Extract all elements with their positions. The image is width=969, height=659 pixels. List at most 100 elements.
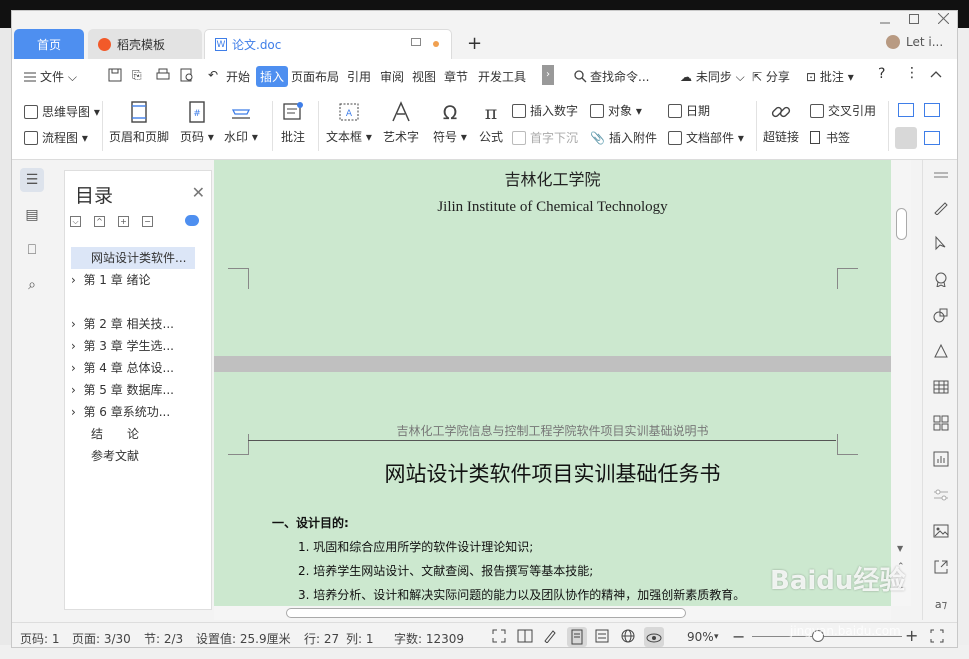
outline-view-icon[interactable] <box>595 629 611 645</box>
expand-all-icon[interactable]: ⌵ <box>70 216 81 227</box>
status-setting[interactable]: 设置值: 25.9厘米 <box>196 630 291 647</box>
print-icon[interactable] <box>156 68 170 85</box>
crossref-button[interactable]: 交叉引用 <box>810 102 876 119</box>
read-mode-icon[interactable] <box>517 629 533 645</box>
adjust-icon[interactable] <box>932 486 950 504</box>
find-replace-icon[interactable]: ⌕ <box>20 273 44 297</box>
preview-icon[interactable] <box>180 68 194 85</box>
menu-view[interactable]: 视图 <box>412 68 436 85</box>
watermark-button[interactable]: 水印 ▾ <box>224 101 258 145</box>
scroll-down-icon[interactable]: ▼ <box>897 544 903 553</box>
horizontal-scroll-thumb[interactable] <box>286 608 686 618</box>
flowchart-button[interactable]: 流程图 ▾ <box>24 129 88 146</box>
hyperlink-button[interactable]: 超链接 <box>763 101 799 145</box>
toc-item[interactable]: › 第 5 章 数据库... <box>71 379 195 401</box>
horizontal-scrollbar[interactable] <box>214 606 891 620</box>
toc-item[interactable]: › 第 4 章 总体设... <box>71 357 195 379</box>
zoom-in-icon[interactable]: + <box>905 626 918 645</box>
menu-review[interactable]: 审阅 <box>380 68 404 85</box>
zoom-level[interactable]: 90% <box>687 630 714 644</box>
add-heading-icon[interactable]: + <box>118 216 129 227</box>
status-page-num[interactable]: 页码: 1 <box>20 630 60 647</box>
bookmark-button[interactable]: 书签 <box>810 129 850 146</box>
chart-icon[interactable] <box>932 450 950 468</box>
status-col[interactable]: 列: 1 <box>346 630 374 647</box>
user-account[interactable]: Let i... <box>886 35 943 49</box>
doc-parts-button[interactable]: 文档部件 ▾ <box>668 129 744 146</box>
style-icon[interactable] <box>932 342 950 360</box>
remove-heading-icon[interactable]: − <box>142 216 153 227</box>
chevron-right-icon[interactable]: › <box>71 317 76 331</box>
comment-menu[interactable]: ⊡ 批注 ▾ <box>806 68 854 85</box>
toc-item[interactable]: 结 论 <box>71 423 195 445</box>
chevron-right-icon[interactable]: › <box>71 339 76 353</box>
file-menu[interactable]: 文件 ⌵ <box>24 68 77 85</box>
chevron-right-icon[interactable]: › <box>71 273 76 287</box>
command-search[interactable]: 查找命令... <box>574 68 649 85</box>
status-section[interactable]: 节: 2/3 <box>144 630 183 647</box>
tab-document[interactable]: W 论文.doc <box>204 29 452 59</box>
status-words[interactable]: 字数: 12309 <box>394 630 464 647</box>
fit-page-icon[interactable] <box>930 629 946 645</box>
toc-item[interactable]: › 第 1 章 绪论 <box>71 269 195 291</box>
tools-icon[interactable]: a⁊ <box>932 594 950 612</box>
status-row[interactable]: 行: 27 <box>304 630 339 647</box>
more-icon[interactable]: ⋮ <box>905 65 919 81</box>
view-toggle-2[interactable] <box>924 103 940 117</box>
vertical-scroll-thumb[interactable] <box>896 208 907 240</box>
menu-devtools[interactable]: 开发工具 <box>478 68 526 85</box>
date-button[interactable]: 日期 <box>668 102 710 119</box>
header-footer-button[interactable]: 页眉和页脚 <box>109 101 169 145</box>
wordart-button[interactable]: 艺术字 <box>383 101 419 145</box>
menu-chapter[interactable]: 章节 <box>444 68 468 85</box>
toc-item[interactable]: › 第 2 章 相关技... <box>71 313 195 335</box>
export-icon[interactable]: ⎘ <box>132 68 142 83</box>
eye-protect-icon[interactable] <box>644 627 664 647</box>
minimize-button[interactable] <box>880 15 890 29</box>
menu-start[interactable]: 开始 <box>226 68 250 85</box>
cursor-icon[interactable] <box>932 234 950 252</box>
zoom-dropdown-icon[interactable]: ▾ <box>714 632 719 642</box>
insert-number-button[interactable]: 插入数字 <box>512 102 578 119</box>
monitor-icon[interactable] <box>411 38 421 46</box>
save-icon[interactable] <box>108 68 122 85</box>
menu-layout[interactable]: 页面布局 <box>291 68 339 85</box>
close-icon[interactable]: ✕ <box>192 183 205 202</box>
table-icon[interactable] <box>932 378 950 396</box>
rail-collapse-icon[interactable] <box>932 166 950 184</box>
sync-status[interactable]: ☁ 未同步 ⌵ <box>680 68 745 85</box>
formula-button[interactable]: π 公式 <box>479 101 503 145</box>
toc-settings-icon[interactable] <box>185 215 199 226</box>
bookmark-panel-icon[interactable]: ⎕ <box>20 238 44 262</box>
attachment-button[interactable]: 📎 插入附件 <box>590 129 657 146</box>
toc-item[interactable]: › 第 3 章 学生选... <box>71 335 195 357</box>
maximize-button[interactable] <box>909 13 919 27</box>
export-icon[interactable] <box>932 558 950 576</box>
tab-home[interactable]: 首页 <box>14 29 84 59</box>
close-button[interactable] <box>937 12 950 27</box>
undo-icon[interactable]: ↶ <box>208 68 218 82</box>
view-toggle-3[interactable] <box>895 127 917 149</box>
share-button[interactable]: ⇱ 分享 <box>752 68 790 85</box>
tab-template[interactable]: 稻壳模板 <box>88 29 202 59</box>
write-mode-icon[interactable] <box>543 629 559 645</box>
vertical-scrollbar[interactable]: ▼ ⌃ ⌄ <box>891 160 911 606</box>
menu-reference[interactable]: 引用 <box>347 68 371 85</box>
page-view-icon[interactable] <box>567 627 587 647</box>
toc-item[interactable]: › 第 6 章系统功... <box>71 401 195 423</box>
web-view-icon[interactable] <box>621 629 637 645</box>
badge-icon[interactable] <box>932 270 950 288</box>
chevron-right-icon[interactable]: › <box>71 361 76 375</box>
page-number-button[interactable]: # 页码 ▾ <box>180 101 214 145</box>
chevron-right-icon[interactable]: › <box>71 383 76 397</box>
menu-scroll-right[interactable]: › <box>542 65 554 85</box>
pen-icon[interactable] <box>932 198 950 216</box>
view-toggle-4[interactable] <box>924 131 940 145</box>
mindmap-button[interactable]: 思维导图 ▾ <box>24 103 100 120</box>
chevron-right-icon[interactable]: › <box>71 405 76 419</box>
image-icon[interactable] <box>932 522 950 540</box>
object-button[interactable]: 对象 ▾ <box>590 102 642 119</box>
toc-item[interactable]: 参考文献 <box>71 445 195 467</box>
symbol-button[interactable]: Ω 符号 ▾ <box>433 101 467 145</box>
shapes-icon[interactable] <box>932 306 950 324</box>
